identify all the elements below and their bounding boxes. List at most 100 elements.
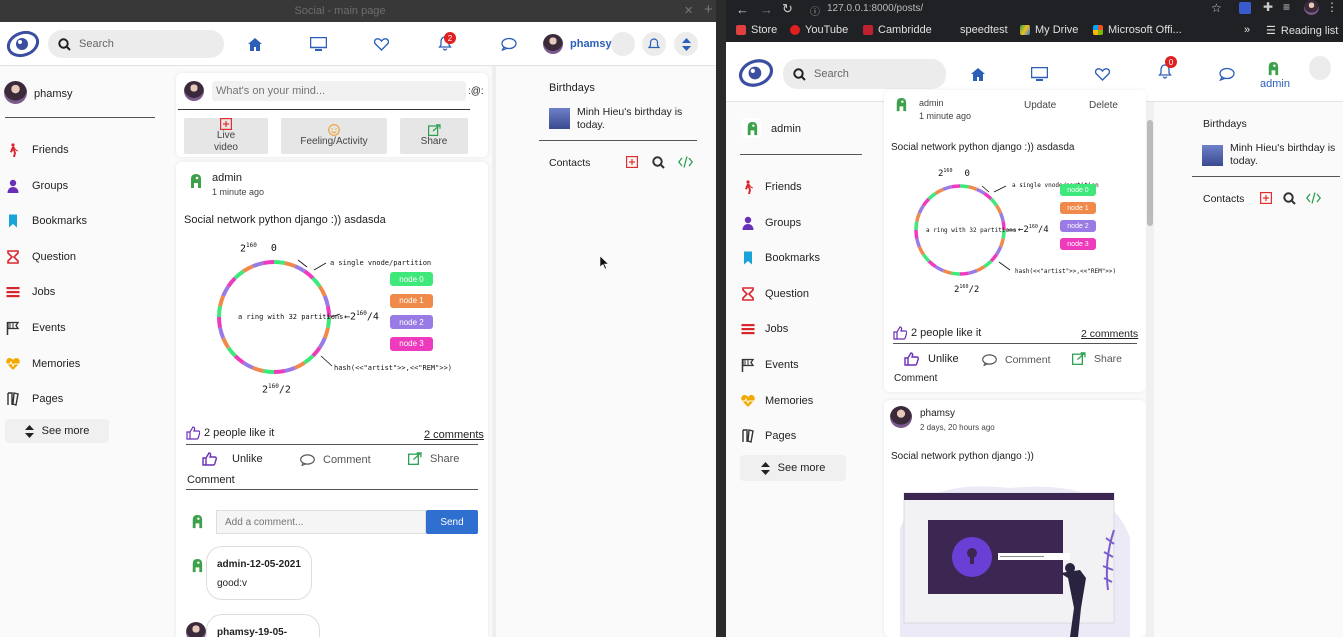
see-more-button[interactable]: See more <box>740 455 846 481</box>
nav-username[interactable]: admin <box>1260 78 1290 90</box>
live-video-button[interactable]: Live video <box>184 118 268 154</box>
search-contacts-icon[interactable] <box>1283 192 1296 208</box>
emoji-hint[interactable]: :@: <box>468 86 484 97</box>
home-icon[interactable] <box>969 66 987 82</box>
post-author[interactable]: phamsy <box>920 408 955 419</box>
sidebar-item-groups[interactable]: Groups <box>741 216 801 230</box>
comments-count-link[interactable]: 2 comments <box>424 429 484 441</box>
sidebar-admin-avatar-icon[interactable] <box>741 118 761 138</box>
sidebar-username[interactable]: admin <box>771 123 801 135</box>
profile-circle[interactable] <box>1309 56 1331 80</box>
sidebar-item-events[interactable]: Events <box>741 358 799 372</box>
comment-button[interactable]: Comment <box>300 454 371 466</box>
search-box[interactable]: Search <box>783 59 946 89</box>
sidebar-item-friends[interactable]: Friends <box>741 180 802 194</box>
post-author[interactable]: admin <box>212 172 242 184</box>
update-post-link[interactable]: Update <box>1024 100 1056 111</box>
thumbs-up-icon[interactable] <box>893 326 907 340</box>
thumbs-up-icon[interactable] <box>186 426 200 440</box>
sidebar-item-question[interactable]: Question <box>741 286 809 301</box>
composer-share-button[interactable]: Share <box>400 118 468 154</box>
reading-list[interactable]: ☰ Reading list <box>1266 24 1338 38</box>
comment-button[interactable]: Comment <box>982 354 1051 366</box>
playlist-icon[interactable]: ≡ <box>1283 0 1290 14</box>
logo-icon[interactable] <box>738 56 774 90</box>
puzzle-icon[interactable]: ✚ <box>1263 0 1273 14</box>
sidebar-item-question[interactable]: Question <box>6 249 76 264</box>
heart-icon[interactable] <box>1093 66 1111 82</box>
home-icon[interactable] <box>246 36 264 52</box>
comment-author[interactable]: admin-12-05-2021 <box>217 559 301 570</box>
window-divider[interactable] <box>716 0 726 637</box>
star-icon[interactable]: ☆ <box>1211 1 1222 15</box>
sidebar-item-jobs[interactable]: Jobs <box>6 285 55 299</box>
feeling-activity-button[interactable]: Feeling/Activity <box>281 118 387 154</box>
profile-avatar[interactable] <box>1304 0 1319 15</box>
address-bar[interactable]: 127.0.0.1:8000/posts/ <box>827 3 923 14</box>
sidebar-item-bookmarks[interactable]: Bookmarks <box>741 251 820 265</box>
admin-avatar-icon[interactable] <box>890 94 910 114</box>
forward-arrow-icon[interactable]: → <box>760 2 773 17</box>
delete-post-link[interactable]: Delete <box>1089 100 1118 111</box>
feed-scrollbar[interactable] <box>492 66 496 637</box>
bookmarks-overflow[interactable]: » <box>1244 24 1250 36</box>
monitor-icon[interactable] <box>309 36 327 52</box>
sidebar-item-friends[interactable]: Friends <box>6 143 69 157</box>
add-comment-input[interactable] <box>216 510 426 534</box>
reload-icon[interactable]: ↻ <box>782 1 793 17</box>
admin-avatar-icon[interactable] <box>184 170 206 192</box>
scrollbar-thumb[interactable] <box>1147 120 1153 226</box>
nav-username[interactable]: phamsy <box>570 38 612 50</box>
see-more-button[interactable]: See more <box>5 419 109 443</box>
back-arrow-icon[interactable]: ← <box>736 2 749 17</box>
bookmark-store[interactable]: Store <box>736 24 777 36</box>
sidebar-item-groups[interactable]: Groups <box>6 179 68 193</box>
monitor-icon[interactable] <box>1030 66 1048 82</box>
sidebar-item-pages[interactable]: Pages <box>6 392 63 407</box>
menu-toggle-button[interactable] <box>674 32 698 56</box>
likes-count: 2 people like it <box>204 427 275 439</box>
chat-bubble-icon[interactable] <box>1218 66 1236 82</box>
composer-input[interactable] <box>212 81 466 101</box>
bookmark-speedtest[interactable]: speedtest <box>960 24 1008 36</box>
close-tab-icon[interactable]: ✕ <box>684 4 693 17</box>
add-contact-icon[interactable] <box>1260 192 1273 207</box>
sidebar-item-memories[interactable]: Memories <box>741 394 813 408</box>
code-icon[interactable] <box>677 156 694 171</box>
post-author-avatar[interactable] <box>890 406 912 428</box>
extension-icon[interactable] <box>1239 2 1251 14</box>
unlike-button[interactable]: Unlike <box>904 352 959 366</box>
code-icon[interactable] <box>1305 192 1322 207</box>
menu-dots-icon[interactable]: ⋮ <box>1326 0 1338 14</box>
share-button[interactable]: Share <box>1072 352 1122 365</box>
logo-icon[interactable] <box>6 28 40 60</box>
bell-button[interactable] <box>642 32 666 56</box>
comment-author[interactable]: phamsy-19-05-2020 <box>217 627 309 637</box>
post-author[interactable]: admin <box>919 98 944 108</box>
sidebar-item-jobs[interactable]: Jobs <box>741 322 788 336</box>
sidebar-item-pages[interactable]: Pages <box>741 429 796 444</box>
unlike-button[interactable]: Unlike <box>202 452 263 466</box>
comments-count-link[interactable]: 2 comments <box>1081 328 1138 340</box>
share-button[interactable]: Share <box>408 452 459 465</box>
bookmark-youtube[interactable]: YouTube <box>790 24 848 36</box>
add-contact-icon[interactable] <box>626 156 639 171</box>
heart-icon[interactable] <box>372 36 390 52</box>
search-box[interactable]: Search <box>48 30 224 58</box>
bookmark-my-drive[interactable]: My Drive <box>1020 24 1078 36</box>
chat-bubble-icon[interactable] <box>500 36 518 52</box>
sidebar-item-memories[interactable]: Memories <box>6 357 80 371</box>
info-icon[interactable]: ⓘ <box>810 3 820 18</box>
sidebar-item-events[interactable]: Events <box>6 321 66 335</box>
sidebar-user-avatar[interactable] <box>4 81 27 104</box>
sidebar-item-bookmarks[interactable]: Bookmarks <box>6 214 87 228</box>
profile-circle[interactable] <box>611 32 635 56</box>
search-contacts-icon[interactable] <box>652 156 665 172</box>
sidebar-username[interactable]: phamsy <box>34 88 73 100</box>
user-avatar[interactable] <box>543 34 563 54</box>
send-comment-button[interactable]: Send <box>426 510 478 534</box>
admin-avatar-icon[interactable] <box>1262 58 1282 78</box>
bookmark-cambridde[interactable]: Cambridde <box>863 24 932 36</box>
bookmark-microsoft-office[interactable]: Microsoft Offi... <box>1093 24 1182 36</box>
new-tab-icon[interactable]: + <box>704 1 713 18</box>
